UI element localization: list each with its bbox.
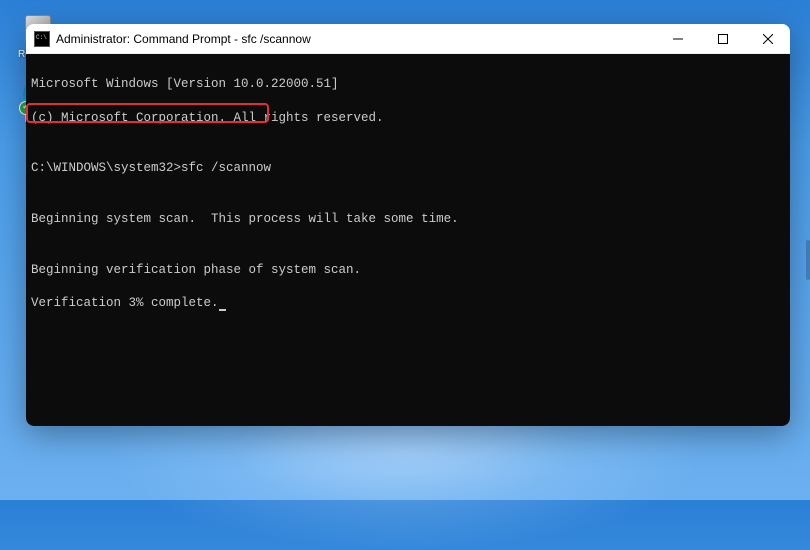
terminal-line: (c) Microsoft Corporation. All rights re… (31, 110, 785, 127)
minimize-icon (673, 34, 683, 44)
terminal-output[interactable]: Microsoft Windows [Version 10.0.22000.51… (26, 54, 790, 426)
cmd-icon (34, 31, 50, 47)
window-title: Administrator: Command Prompt - sfc /sca… (56, 32, 655, 46)
window-controls (655, 24, 790, 53)
terminal-line: Beginning verification phase of system s… (31, 262, 785, 279)
close-button[interactable] (745, 24, 790, 53)
maximize-button[interactable] (700, 24, 745, 53)
command-prompt-window: Administrator: Command Prompt - sfc /sca… (26, 24, 790, 426)
page-scrollbar-thumb[interactable] (806, 240, 810, 280)
terminal-progress-line: Verification 3% complete. (31, 295, 785, 312)
maximize-icon (718, 34, 728, 44)
terminal-cursor (219, 309, 226, 311)
window-titlebar[interactable]: Administrator: Command Prompt - sfc /sca… (26, 24, 790, 54)
terminal-progress-text: Verification 3% complete. (31, 296, 219, 310)
terminal-line: Microsoft Windows [Version 10.0.22000.51… (31, 76, 785, 93)
terminal-line: Beginning system scan. This process will… (31, 211, 785, 228)
close-icon (763, 34, 773, 44)
minimize-button[interactable] (655, 24, 700, 53)
terminal-prompt-line: C:\WINDOWS\system32>sfc /scannow (31, 160, 785, 177)
